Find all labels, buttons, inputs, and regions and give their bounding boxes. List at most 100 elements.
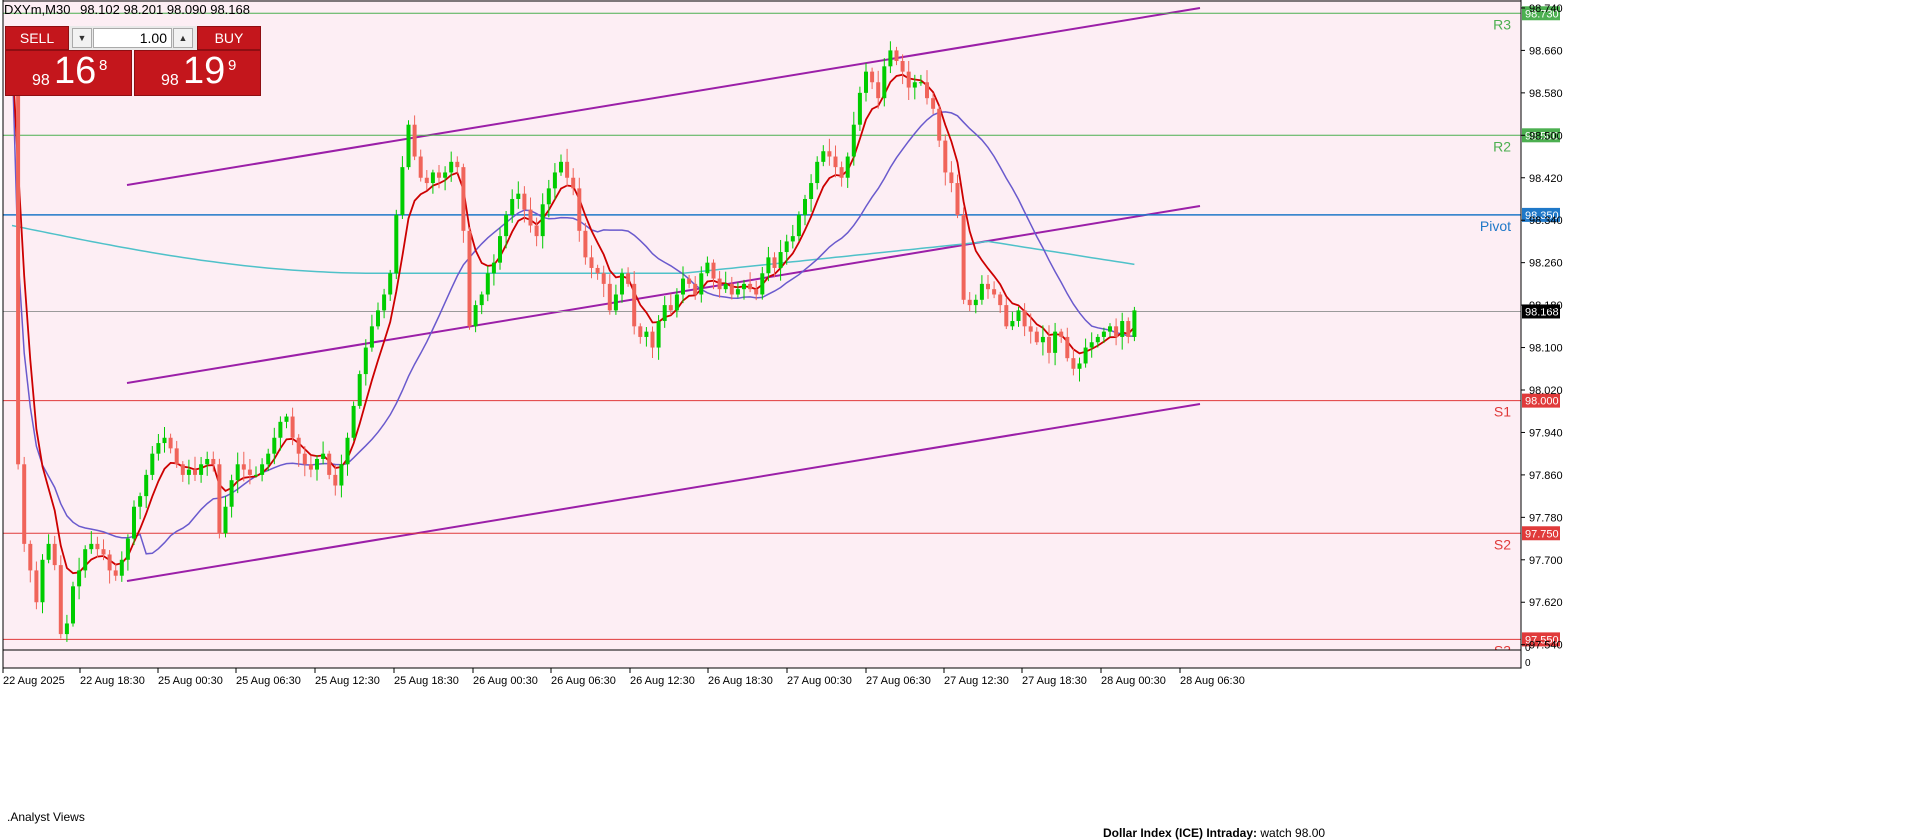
bearish-candle — [1059, 331, 1064, 337]
bearish-candle — [455, 161, 460, 168]
bearish-candle — [717, 278, 722, 290]
y-tick-label: 97.540 — [1529, 640, 1563, 652]
bearish-candle — [577, 188, 582, 231]
plot-background — [3, 0, 1521, 668]
bullish-candle — [1108, 326, 1112, 332]
bullish-candle — [339, 464, 344, 486]
sell-price-box[interactable]: 98 16 8 — [5, 50, 132, 96]
bearish-candle — [876, 82, 881, 99]
y-tick-label: 98.260 — [1529, 258, 1563, 270]
chart-comment: Dollar Index (ICE) Intraday: watch 98.00 — [1103, 826, 1325, 840]
bullish-candle — [485, 273, 490, 295]
bullish-candle — [138, 496, 143, 507]
sell-button[interactable]: SELL — [5, 26, 69, 50]
bullish-candle — [644, 331, 649, 337]
bearish-candle — [632, 283, 637, 327]
bearish-candle — [241, 464, 246, 470]
lot-size-input[interactable] — [93, 28, 172, 48]
bullish-candle — [809, 183, 814, 199]
bearish-candle — [925, 82, 929, 99]
bullish-candle — [918, 82, 923, 84]
bearish-candle — [16, 50, 21, 465]
bullish-candle — [132, 506, 136, 539]
x-tick-label: 27 Aug 06:30 — [866, 675, 931, 687]
bearish-candle — [955, 183, 960, 215]
bearish-candle — [1004, 305, 1009, 327]
bearish-candle — [95, 543, 100, 550]
bullish-candle — [186, 469, 191, 475]
bearish-candle — [1065, 336, 1070, 359]
bullish-candle — [357, 374, 362, 406]
bullish-candle — [1132, 310, 1137, 337]
bullish-candle — [46, 543, 51, 560]
buy-price-sup: 9 — [228, 57, 237, 74]
bearish-candle — [107, 554, 112, 571]
bullish-candle — [1016, 310, 1021, 322]
bearish-candle — [296, 437, 301, 454]
price-chart[interactable]: R398.730R298.500Pivot98.350S198.000S297.… — [0, 0, 1916, 840]
x-tick-label: 27 Aug 18:30 — [1022, 675, 1087, 687]
bearish-candle — [693, 283, 698, 295]
x-tick-label: 25 Aug 06:30 — [236, 675, 301, 687]
y-tick-label: 97.620 — [1529, 597, 1563, 609]
bearish-candle — [418, 156, 423, 178]
bullish-candle — [254, 474, 258, 476]
bearish-candle — [998, 294, 1003, 306]
bearish-candle — [1047, 336, 1051, 353]
bullish-candle — [83, 549, 88, 571]
x-tick-label: 25 Aug 12:30 — [315, 675, 380, 687]
y-tick-label: 97.940 — [1529, 427, 1563, 439]
comment-title: Dollar Index (ICE) Intraday: — [1103, 826, 1258, 840]
bearish-candle — [113, 570, 118, 576]
bullish-candle — [89, 543, 94, 550]
bullish-candle — [546, 188, 551, 205]
y-tick-label: 98.020 — [1529, 385, 1563, 397]
bearish-candle — [937, 108, 942, 141]
comment-text: watch 98.00 — [1260, 826, 1326, 840]
bullish-candle — [345, 437, 350, 465]
bearish-candle — [22, 464, 27, 544]
bearish-candle — [827, 151, 832, 157]
y-tick-label: 98.340 — [1529, 215, 1563, 227]
bearish-candle — [333, 474, 338, 486]
bearish-candle — [52, 543, 57, 566]
buy-button[interactable]: BUY — [197, 26, 261, 50]
bullish-candle — [400, 167, 405, 215]
bearish-candle — [687, 278, 692, 284]
lot-decrease-button[interactable]: ▼ — [72, 28, 92, 48]
bullish-candle — [540, 204, 545, 237]
lot-increase-button[interactable]: ▲ — [173, 28, 193, 48]
bullish-candle — [150, 453, 155, 475]
bullish-candle — [382, 294, 387, 311]
bearish-candle — [1028, 326, 1033, 332]
bullish-candle — [479, 294, 484, 306]
bearish-candle — [986, 283, 990, 290]
level-name-r3: R3 — [1493, 16, 1511, 32]
x-tick-label: 26 Aug 06:30 — [551, 675, 616, 687]
bullish-candle — [1077, 363, 1082, 369]
x-tick-label: 27 Aug 12:30 — [944, 675, 1009, 687]
y-tick-label: 98.420 — [1529, 173, 1563, 185]
x-tick-label: 25 Aug 18:30 — [394, 675, 459, 687]
bullish-candle — [315, 458, 319, 470]
x-tick-label: 26 Aug 12:30 — [630, 675, 695, 687]
buy-price-box[interactable]: 98 19 9 — [134, 50, 261, 96]
bullish-candle — [388, 273, 393, 295]
one-click-trading-panel: SELL ▼ ▲ BUY 98 16 8 98 19 9 — [5, 26, 261, 96]
bullish-candle — [559, 161, 563, 173]
bullish-candle — [406, 124, 411, 168]
bullish-candle — [491, 262, 496, 274]
bullish-candle — [443, 172, 448, 178]
bearish-candle — [650, 331, 655, 348]
y-tick-label: 97.780 — [1529, 512, 1563, 524]
bearish-candle — [870, 71, 875, 83]
bullish-candle — [620, 273, 624, 295]
bullish-candle — [125, 538, 130, 560]
bearish-candle — [607, 283, 612, 311]
indicator-window-label: .Analyst Views — [7, 810, 85, 824]
bullish-candle — [851, 124, 856, 157]
x-tick-label: 28 Aug 06:30 — [1180, 675, 1245, 687]
y-tick-label: 98.100 — [1529, 343, 1563, 355]
bearish-candle — [461, 167, 466, 231]
bearish-candle — [217, 464, 222, 534]
